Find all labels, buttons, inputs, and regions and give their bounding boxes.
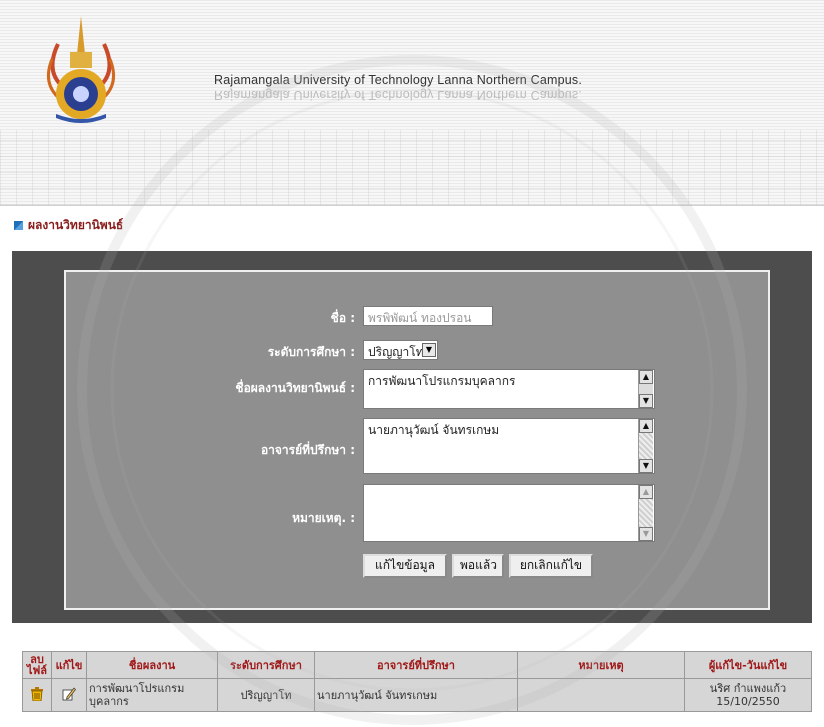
section-title-text: ผลงานวิทยานิพนธ์ (28, 218, 124, 232)
scroll-down-icon[interactable]: ▼ (639, 527, 653, 541)
cancel-edit-button[interactable]: ยกเลิกแก้ไข (509, 554, 593, 578)
trash-icon[interactable] (30, 686, 44, 701)
row-note (517, 678, 685, 712)
row-level: ปริญญาโท (217, 678, 315, 712)
advisor-textarea[interactable]: นายภานุวัฒน์ จันทรเกษม (363, 418, 655, 474)
results-table: ลบ ไฟล์ แก้ไข ชื่อผลงาน ระดับการศึกษา อา… (22, 651, 812, 712)
col-title-header: ชื่อผลงาน (86, 651, 218, 679)
advisor-label: อาจารย์ที่ปรึกษา : (260, 443, 355, 457)
university-name-reflection: Rajamangala University of Technology Lan… (214, 88, 583, 102)
scroll-track[interactable] (639, 433, 653, 459)
table-header-row: ลบ ไฟล์ แก้ไข ชื่อผลงาน ระดับการศึกษา อา… (22, 651, 812, 679)
edit-cell (51, 678, 87, 712)
row-title: การพัฒนาโปรแกรมบุคลากร (86, 678, 218, 712)
row-date: 15/10/2550 (716, 695, 780, 708)
level-label: ระดับการศึกษา : (267, 345, 355, 359)
col-delete-header-line2: ไฟล์ (26, 664, 48, 677)
note-label: หมายเหตุ. : (292, 511, 355, 525)
thesis-scrollbar[interactable]: ▲ ▼ (638, 370, 653, 408)
banner-pattern (0, 130, 824, 205)
advisor-textarea-value: นายภานุวัฒน์ จันทรเกษม (368, 423, 500, 437)
level-select-value: ปริญญาโท (368, 345, 424, 359)
scroll-up-icon[interactable]: ▲ (639, 485, 653, 499)
edit-data-button[interactable]: แก้ไขข้อมูล (363, 554, 447, 578)
university-logo (46, 16, 116, 123)
col-note-header: หมายเหตุ (517, 651, 685, 679)
row-advisor: นายภานุวัฒน์ จันทรเกษม (314, 678, 518, 712)
square-bullet-icon (14, 221, 23, 230)
note-textarea[interactable] (363, 484, 655, 542)
row-editor-date: นริศ กำแพงแก้ว 15/10/2550 (684, 678, 812, 712)
chevron-down-icon[interactable]: ▼ (422, 343, 436, 357)
section-title: ผลงานวิทยานิพนธ์ (14, 216, 123, 235)
scroll-down-icon[interactable]: ▼ (639, 394, 653, 408)
done-button[interactable]: พอแล้ว (452, 554, 504, 578)
note-scrollbar[interactable]: ▲ ▼ (638, 485, 653, 541)
advisor-scrollbar[interactable]: ▲ ▼ (638, 419, 653, 473)
scroll-down-icon[interactable]: ▼ (639, 459, 653, 473)
col-advisor-header: อาจารย์ที่ปรึกษา (314, 651, 518, 679)
col-level-header: ระดับการศึกษา (217, 651, 315, 679)
thesis-label: ชื่อผลงานวิทยานิพนธ์ : (235, 381, 355, 395)
col-delete-header: ลบ ไฟล์ (22, 651, 52, 679)
row-editor: นริศ กำแพงแก้ว (709, 682, 787, 695)
university-name: Rajamangala University of Technology Lan… (214, 73, 583, 87)
col-edit-header: แก้ไข (51, 651, 87, 679)
col-editor-date-header: ผู้แก้ไข-วันแก้ไข (684, 651, 812, 679)
scroll-up-icon[interactable]: ▲ (639, 419, 653, 433)
name-field[interactable]: พรพิพัฒน์ ทองปรอน (363, 306, 493, 326)
name-label: ชื่อ : (330, 311, 355, 325)
scroll-track[interactable] (639, 499, 653, 527)
thesis-textarea-value: การพัฒนาโปรแกรมบุคลากร (368, 374, 516, 388)
table-row: การพัฒนาโปรแกรมบุคลากร ปริญญาโท นายภานุว… (22, 678, 812, 712)
thesis-textarea[interactable]: การพัฒนาโปรแกรมบุคลากร (363, 369, 655, 409)
header-banner: Rajamangala University of Technology Lan… (0, 0, 824, 206)
scroll-up-icon[interactable]: ▲ (639, 370, 653, 384)
edit-icon[interactable] (62, 686, 76, 701)
delete-cell (22, 678, 52, 712)
